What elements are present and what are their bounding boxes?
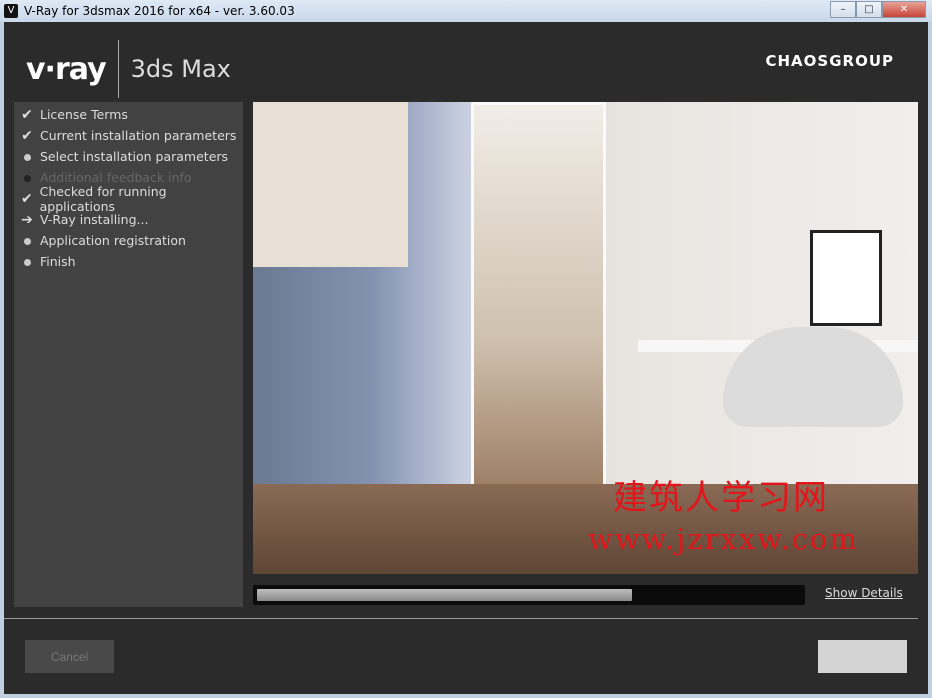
window-title: V-Ray for 3dsmax 2016 for x64 - ver. 3.6…	[24, 4, 295, 18]
chaosgroup-logo: CHAOSGROUP	[765, 52, 894, 70]
step-label: Select installation parameters	[40, 149, 229, 164]
next-button[interactable]	[818, 640, 907, 673]
step-item: ✔ Current installation parameters	[14, 125, 243, 146]
logo-divider	[117, 40, 119, 98]
step-label: Checked for running applications	[39, 183, 167, 214]
interior-render-image: 建筑人学习网 www.jzrxxw.com	[253, 102, 918, 574]
step-item: ✔ Checked for running applications	[14, 184, 243, 214]
divider	[4, 618, 918, 619]
step-label: Current installation parameters	[40, 128, 237, 143]
step-item: Application registration	[14, 230, 243, 251]
check-icon: ✔	[21, 127, 33, 144]
dot-icon	[14, 170, 40, 186]
step-item: Select installation parameters	[14, 146, 243, 167]
check-icon: ✔	[20, 190, 33, 207]
vray-app-icon: V	[4, 4, 18, 18]
watermark-url: www.jzrxxw.com	[588, 522, 859, 556]
show-details-link[interactable]: Show Details	[825, 586, 903, 600]
step-label: License Terms	[40, 107, 128, 122]
vray-logo: v·ray 3ds Max	[26, 40, 231, 98]
dot-icon	[14, 254, 40, 270]
installation-steps: ✔ License Terms ✔ Current installation para…	[14, 102, 243, 607]
installer-window: v·ray 3ds Max CHAOSGROUP ✔ License Terms ✔…	[4, 22, 928, 694]
title-bar: V V-Ray for 3dsmax 2016 for x64 - ver. 3…	[0, 0, 932, 22]
check-icon: ✔	[21, 106, 33, 123]
maximize-button[interactable]: □	[856, 1, 882, 18]
minimize-button[interactable]: –	[830, 1, 856, 18]
step-label: Finish	[40, 254, 76, 269]
close-button[interactable]: ✕	[882, 1, 926, 18]
cancel-button[interactable]: Cancel	[25, 640, 114, 673]
dot-icon	[14, 149, 40, 165]
step-label: V-Ray installing...	[40, 212, 149, 227]
step-label: Application registration	[40, 233, 186, 248]
step-item: ✔ License Terms	[14, 104, 243, 125]
progress-fill	[257, 589, 633, 601]
step-item: Finish	[14, 251, 243, 272]
install-progress-bar	[253, 585, 805, 605]
arrow-right-icon: ➔	[21, 211, 33, 228]
dot-icon	[14, 233, 40, 249]
watermark-title: 建筑人学习网	[613, 478, 829, 518]
